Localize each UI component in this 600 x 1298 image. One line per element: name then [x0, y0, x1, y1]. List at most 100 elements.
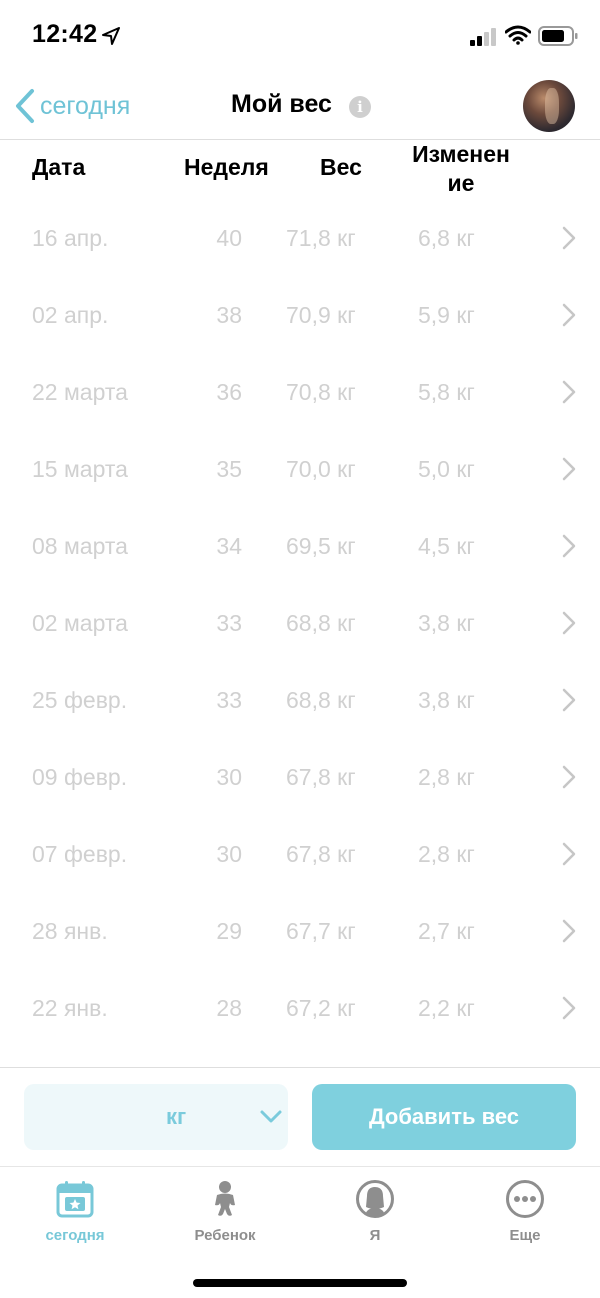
- chevron-right-icon: [562, 226, 576, 250]
- column-header-change-line2: ие: [447, 170, 475, 196]
- row-week: 30: [216, 764, 242, 790]
- tab-more[interactable]: Еще: [465, 1167, 585, 1257]
- row-week: 33: [216, 687, 242, 713]
- row-change: 3,8 кг: [418, 610, 475, 636]
- unit-select[interactable]: кг: [24, 1084, 288, 1150]
- tab-today[interactable]: сегодня: [15, 1167, 135, 1257]
- chevron-right-icon: [562, 842, 576, 866]
- table-row[interactable]: 16 апр. 40 71,8 кг 6,8 кг: [0, 200, 600, 277]
- tab-label: Ребенок: [194, 1227, 256, 1244]
- row-date: 07 февр.: [32, 841, 128, 867]
- row-weight: 69,5 кг: [286, 533, 356, 559]
- row-weight: 67,7 кг: [286, 918, 356, 944]
- row-change: 2,2 кг: [418, 995, 475, 1021]
- chevron-right-icon: [562, 303, 576, 327]
- tab-label: Еще: [509, 1227, 541, 1244]
- row-change: 3,8 кг: [418, 687, 475, 713]
- navigation-bar: сегодня Мой вес i: [0, 76, 600, 140]
- row-date: 09 февр.: [32, 764, 128, 790]
- tab-bar: сегодня Ребенок Я Еще: [0, 1166, 600, 1298]
- chevron-right-icon: [562, 919, 576, 943]
- chevron-right-icon: [562, 765, 576, 789]
- table-row[interactable]: 22 марта 36 70,8 кг 5,8 кг: [0, 354, 600, 431]
- page-title: Мой вес: [231, 90, 332, 118]
- table-row[interactable]: 25 февр. 33 68,8 кг 3,8 кг: [0, 662, 600, 739]
- tab-label: Я: [369, 1227, 381, 1244]
- row-week: 38: [216, 302, 242, 328]
- row-change: 2,8 кг: [418, 764, 475, 790]
- row-weight: 68,8 кг: [286, 610, 356, 636]
- column-header-change-line1: Изменен: [412, 141, 510, 167]
- add-weight-label: Добавить вес: [368, 1104, 520, 1129]
- row-weight: 67,8 кг: [286, 841, 356, 867]
- row-week: 30: [216, 841, 242, 867]
- row-change: 2,7 кг: [418, 918, 475, 944]
- row-date: 22 янв.: [32, 995, 108, 1021]
- back-button[interactable]: сегодня: [14, 88, 130, 124]
- row-weight: 67,8 кг: [286, 764, 356, 790]
- chevron-left-icon: [16, 89, 34, 123]
- row-week: 34: [216, 533, 242, 559]
- back-label: сегодня: [40, 91, 131, 120]
- cellular-signal-icon: [470, 28, 496, 46]
- column-header-week: Неделя: [184, 154, 269, 180]
- tab-baby[interactable]: Ребенок: [165, 1167, 285, 1257]
- row-change: 5,0 кг: [418, 456, 475, 482]
- row-change: 5,8 кг: [418, 379, 475, 405]
- unit-value: кг: [166, 1104, 187, 1129]
- battery-icon: [538, 26, 578, 46]
- row-weight: 70,0 кг: [286, 456, 356, 482]
- weight-list: 16 апр. 40 71,8 кг 6,8 кг 02 апр. 38 70,…: [0, 200, 600, 1047]
- row-change: 5,9 кг: [418, 302, 475, 328]
- add-weight-button[interactable]: Добавить вес: [312, 1084, 576, 1150]
- table-row[interactable]: 28 янв. 29 67,7 кг 2,7 кг: [0, 893, 600, 970]
- info-icon[interactable]: i: [349, 96, 371, 118]
- table-row[interactable]: 22 янв. 28 67,2 кг 2,2 кг: [0, 970, 600, 1047]
- column-header-weight: Вес: [320, 154, 362, 180]
- chevron-right-icon: [562, 380, 576, 404]
- row-change: 2,8 кг: [418, 841, 475, 867]
- row-week: 29: [216, 918, 242, 944]
- row-week: 40: [216, 225, 242, 251]
- table-header: Дата Неделя Вес Изменен ие: [0, 140, 600, 200]
- row-weight: 71,8 кг: [286, 225, 356, 251]
- tab-label: сегодня: [45, 1227, 105, 1244]
- row-change: 6,8 кг: [418, 225, 475, 251]
- row-date: 16 апр.: [32, 225, 109, 251]
- row-week: 35: [216, 456, 242, 482]
- row-date: 25 февр.: [32, 687, 128, 713]
- table-row[interactable]: 09 февр. 30 67,8 кг 2,8 кг: [0, 739, 600, 816]
- table-row[interactable]: 08 марта 34 69,5 кг 4,5 кг: [0, 508, 600, 585]
- row-date: 15 марта: [32, 456, 128, 482]
- table-row[interactable]: 15 марта 35 70,0 кг 5,0 кг: [0, 431, 600, 508]
- avatar[interactable]: [523, 80, 575, 132]
- tab-me[interactable]: Я: [315, 1167, 435, 1257]
- row-weight: 67,2 кг: [286, 995, 356, 1021]
- column-header-change: Изменен ие: [400, 140, 522, 198]
- chevron-right-icon: [562, 611, 576, 635]
- row-weight: 70,8 кг: [286, 379, 356, 405]
- row-date: 22 марта: [32, 379, 128, 405]
- table-row[interactable]: 07 февр. 30 67,8 кг 2,8 кг: [0, 816, 600, 893]
- row-week: 36: [216, 379, 242, 405]
- chevron-right-icon: [562, 457, 576, 481]
- home-indicator: [193, 1279, 407, 1287]
- chevron-down-icon: [260, 1110, 282, 1123]
- row-weight: 68,8 кг: [286, 687, 356, 713]
- row-weight: 70,9 кг: [286, 302, 356, 328]
- table-row[interactable]: 02 апр. 38 70,9 кг 5,9 кг: [0, 277, 600, 354]
- row-date: 28 янв.: [32, 918, 108, 944]
- column-header-date: Дата: [32, 154, 86, 180]
- status-time: 12:42: [32, 20, 98, 48]
- row-change: 4,5 кг: [418, 533, 475, 559]
- row-date: 08 марта: [32, 533, 128, 559]
- row-date: 02 марта: [32, 610, 128, 636]
- row-week: 33: [216, 610, 242, 636]
- chevron-right-icon: [562, 688, 576, 712]
- wifi-icon: [505, 25, 531, 45]
- baby-icon: [215, 1181, 235, 1216]
- calendar-star-icon: [56, 1181, 94, 1218]
- action-bar: кг Добавить вес: [0, 1067, 600, 1167]
- woman-icon: [356, 1180, 394, 1218]
- table-row[interactable]: 02 марта 33 68,8 кг 3,8 кг: [0, 585, 600, 662]
